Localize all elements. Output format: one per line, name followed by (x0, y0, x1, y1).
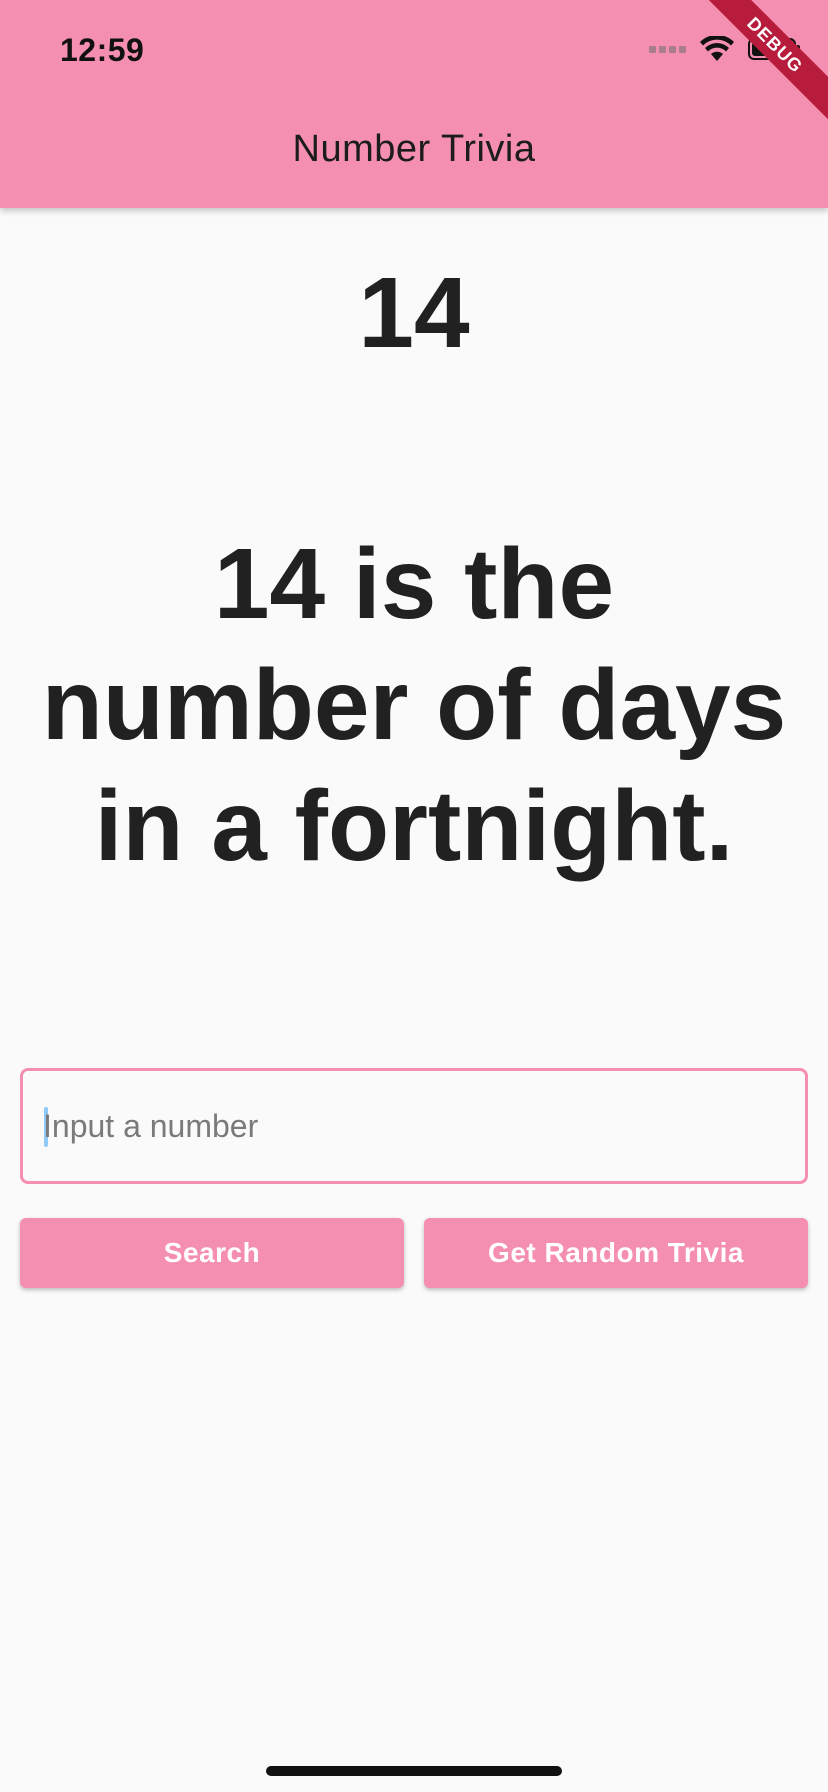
status-time: 12:59 (60, 32, 145, 68)
random-trivia-button[interactable]: Get Random Trivia (424, 1218, 808, 1288)
trivia-text: 14 is the number of days in a fortnight. (41, 528, 787, 882)
page-title: Number Trivia (292, 128, 536, 170)
home-indicator[interactable] (266, 1766, 562, 1776)
number-input-field[interactable] (20, 1068, 808, 1184)
debug-banner-label: DEBUG (708, 0, 828, 120)
cellular-signal-icon (649, 45, 686, 53)
number-input[interactable] (43, 1071, 783, 1181)
app-bar: 12:59 Number Trivia (0, 0, 828, 208)
trivia-number: 14 (358, 257, 470, 369)
search-button[interactable]: Search (20, 1218, 404, 1288)
debug-banner: DEBUG (708, 0, 828, 120)
